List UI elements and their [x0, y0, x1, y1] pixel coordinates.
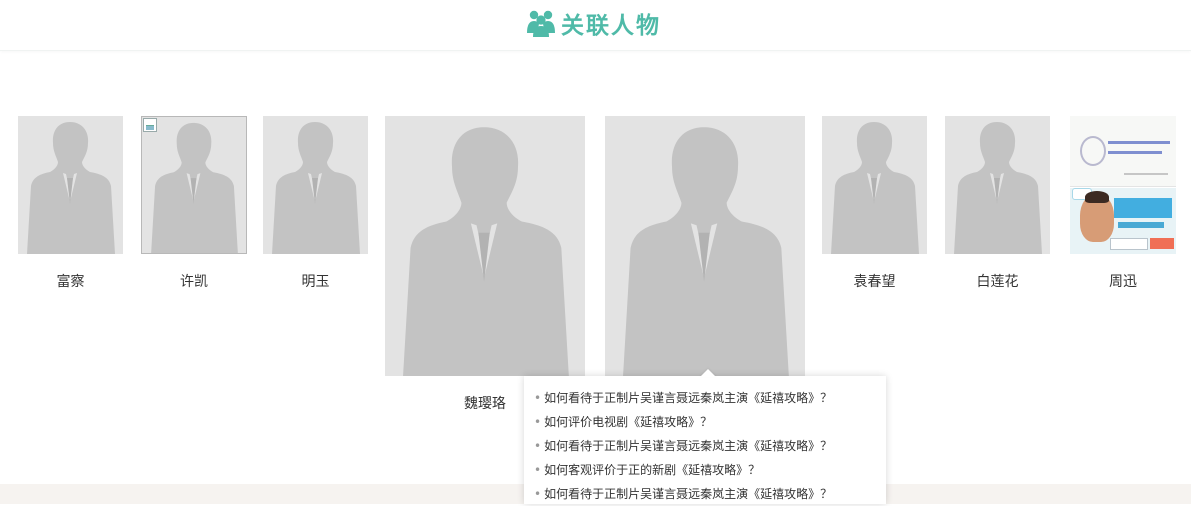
question-text: 如何看待于正制片吴谨言聂远秦岚主演《延禧攻略》？ [544, 487, 833, 501]
person-name: 许凯 [180, 274, 208, 290]
question-text: 如何评价电视剧《延禧攻略》？ [544, 415, 713, 429]
broken-image-icon [143, 118, 157, 132]
person-photo [822, 116, 927, 254]
person-card-mingyu[interactable]: 明玉 [263, 116, 368, 296]
ad-child-photo [1080, 191, 1114, 242]
related-people-header: 关联人物 [0, 0, 1191, 51]
question-text: 如何看待于正制片吴谨言聂远秦岚主演《延禧攻略》？ [544, 391, 833, 405]
question-text: 如何客观评价于正的新剧《延禧攻略》？ [544, 463, 761, 477]
person-card-zhouxun[interactable]: 周迅 [1070, 116, 1176, 296]
ad-button [1150, 238, 1174, 249]
person-photo [18, 116, 123, 254]
bullet-icon: • [534, 487, 542, 501]
person-name: 周迅 [1109, 274, 1137, 290]
person-card-yuanchunwang[interactable]: 袁春望 [822, 116, 927, 296]
silhouette-image [18, 116, 123, 254]
bullet-icon: • [534, 463, 542, 477]
person-name: 明玉 [301, 274, 330, 290]
person-card-xukai[interactable]: 许凯 [141, 116, 247, 296]
person-card-weiyingluo[interactable]: 魏璎珞 [385, 116, 585, 416]
silhouette-image [605, 116, 805, 376]
person-card-bailianhua[interactable]: 白莲花 [945, 116, 1050, 296]
section-title: 关联人物 [526, 6, 661, 40]
person-photo [263, 116, 368, 254]
question-text: 如何看待于正制片吴谨言聂远秦岚主演《延禧攻略》？ [544, 439, 833, 453]
person-photo [141, 116, 247, 254]
silhouette-image [822, 116, 927, 254]
popup-arrow [700, 369, 716, 377]
related-questions-popup: • 如何看待于正制片吴谨言聂远秦岚主演《延禧攻略》？ • 如何评价电视剧《延禧攻略》… [524, 376, 886, 504]
ad-top-panel [1070, 116, 1176, 187]
question-link[interactable]: • 如何客观评价于正的新剧《延禧攻略》？ [534, 458, 832, 482]
advertisement-image [1070, 116, 1176, 254]
person-card-featured[interactable] [605, 116, 805, 376]
ad-banner [1114, 198, 1172, 218]
group-icon [527, 10, 555, 37]
bullet-icon: • [534, 391, 542, 405]
silhouette-image [142, 117, 246, 253]
person-card-fucha[interactable]: 富察 [18, 116, 123, 296]
silhouette-image [945, 116, 1050, 254]
bullet-icon: • [534, 439, 542, 453]
question-list: • 如何看待于正制片吴谨言聂远秦岚主演《延禧攻略》？ • 如何评价电视剧《延禧攻略》… [534, 386, 832, 506]
person-photo-advertisement [1070, 116, 1176, 254]
person-name: 袁春望 [853, 274, 896, 290]
question-link[interactable]: • 如何看待于正制片吴谨言聂远秦岚主演《延禧攻略》？ [534, 482, 832, 506]
ad-bottom-panel [1070, 188, 1176, 254]
person-photo [605, 116, 805, 376]
person-photo [385, 116, 585, 376]
section-title-text: 关联人物 [561, 13, 661, 39]
person-photo [945, 116, 1050, 254]
question-link[interactable]: • 如何评价电视剧《延禧攻略》？ [534, 410, 832, 434]
person-name: 富察 [56, 274, 85, 290]
silhouette-image [385, 116, 585, 376]
silhouette-image [263, 116, 368, 254]
bullet-icon: • [534, 415, 542, 429]
person-name: 白莲花 [976, 274, 1019, 290]
ad-logo-icon [1080, 136, 1106, 166]
question-link[interactable]: • 如何看待于正制片吴谨言聂远秦岚主演《延禧攻略》？ [534, 434, 832, 458]
question-link[interactable]: • 如何看待于正制片吴谨言聂远秦岚主演《延禧攻略》？ [534, 386, 832, 410]
